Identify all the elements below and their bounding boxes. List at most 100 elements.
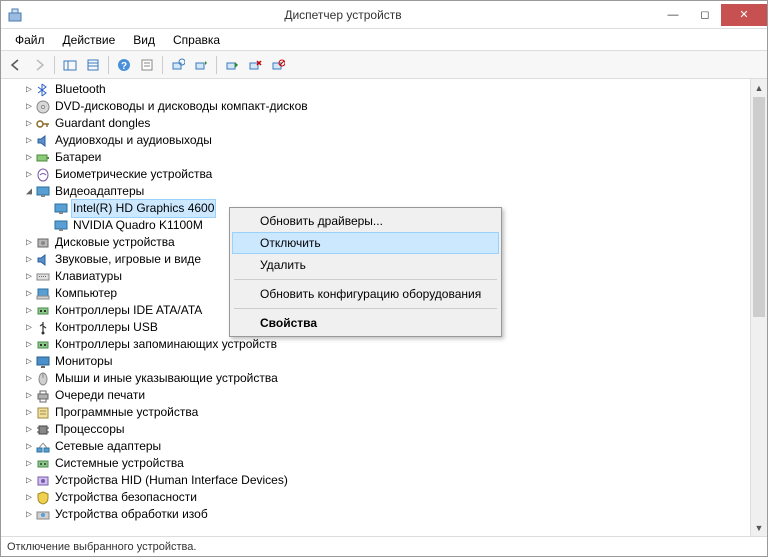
cm-delete[interactable]: Удалить — [232, 254, 499, 276]
app-icon — [7, 7, 23, 23]
forward-button[interactable] — [28, 54, 50, 76]
content-area: ▷ Bluetooth▷DVD-дисководы и дисководы ком… — [1, 79, 767, 536]
cm-separator — [234, 279, 497, 280]
cm-refresh[interactable]: Обновить конфигурацию оборудования — [232, 283, 499, 305]
tree-node-label: Контроллеры запоминающих устройств — [53, 336, 279, 353]
tree-node-label: Биометрические устройства — [53, 166, 214, 183]
menu-action[interactable]: Действие — [55, 31, 124, 49]
tree-node-label: Мониторы — [53, 353, 114, 370]
menu-help[interactable]: Справка — [165, 31, 228, 49]
tree-node-label: Дисковые устройства — [53, 234, 177, 251]
expander-icon[interactable]: ▷ — [23, 302, 35, 319]
show-hidden-button[interactable] — [59, 54, 81, 76]
tree-node-label: Intel(R) HD Graphics 4600 — [71, 199, 216, 218]
tree-node[interactable]: ▷Guardant dongles — [1, 115, 750, 132]
monitor-icon — [35, 354, 51, 370]
scan-button[interactable] — [167, 54, 189, 76]
tree-node[interactable]: ▷DVD-дисководы и дисководы компакт-диско… — [1, 98, 750, 115]
tree-node[interactable]: ▷Программные устройства — [1, 404, 750, 421]
tree-node-label: Системные устройства — [53, 455, 186, 472]
tree-node-label: Bluetooth — [53, 81, 108, 98]
expander-icon[interactable]: ▷ — [23, 115, 35, 132]
expander-icon[interactable]: ◢ — [23, 183, 35, 200]
battery-icon — [35, 150, 51, 166]
vertical-scrollbar[interactable]: ▲ ▼ — [750, 79, 767, 536]
display-icon — [53, 201, 69, 217]
expander-icon[interactable]: ▷ — [23, 166, 35, 183]
tree-node[interactable]: ▷Устройства безопасности — [1, 489, 750, 506]
tree-node[interactable]: ▷ Контроллеры запоминающих устройств — [1, 336, 750, 353]
disable-button[interactable] — [267, 54, 289, 76]
back-button[interactable] — [5, 54, 27, 76]
expander-icon[interactable]: ▷ — [23, 387, 35, 404]
tree-node-label: Компьютер — [53, 285, 119, 302]
expander-icon[interactable]: ▷ — [23, 319, 35, 336]
tree-node[interactable]: ▷ Bluetooth — [1, 81, 750, 98]
minimize-button[interactable]: — — [657, 4, 689, 26]
imaging-icon — [35, 507, 51, 523]
expander-icon[interactable]: ▷ — [23, 268, 35, 285]
enable-button[interactable] — [221, 54, 243, 76]
update-driver-button[interactable] — [190, 54, 212, 76]
tree-node[interactable]: ◢Видеоадаптеры — [1, 183, 750, 200]
software-icon — [35, 405, 51, 421]
tree-node-label: Устройства обработки изоб — [53, 506, 210, 523]
tree-node[interactable]: ▷ Биометрические устройства — [1, 166, 750, 183]
menu-file[interactable]: Файл — [7, 31, 53, 49]
mouse-icon — [35, 371, 51, 387]
biometric-icon — [35, 167, 51, 183]
scroll-down-button[interactable]: ▼ — [751, 519, 767, 536]
tree-node-label: Звуковые, игровые и виде — [53, 251, 203, 268]
tree-node[interactable]: ▷Аудиовходы и аудиовыходы — [1, 132, 750, 149]
tree-node[interactable]: ▷ Сетевые адаптеры — [1, 438, 750, 455]
toolbar: ? — [1, 51, 767, 79]
expander-icon[interactable]: ▷ — [23, 149, 35, 166]
scroll-thumb[interactable] — [753, 97, 765, 317]
expander-icon[interactable]: ▷ — [23, 404, 35, 421]
tree-node[interactable]: ▷Устройства HID (Human Interface Devices… — [1, 472, 750, 489]
expander-icon[interactable]: ▷ — [23, 438, 35, 455]
expander-icon[interactable]: ▷ — [23, 132, 35, 149]
tree-node[interactable]: ▷ Мониторы — [1, 353, 750, 370]
expander-icon[interactable]: ▷ — [23, 472, 35, 489]
audio-icon — [35, 133, 51, 149]
expander-icon[interactable]: ▷ — [23, 336, 35, 353]
tree-node[interactable]: ▷Очереди печати — [1, 387, 750, 404]
cm-properties[interactable]: Свойства — [232, 312, 499, 334]
usb-icon — [35, 320, 51, 336]
audio-icon — [35, 252, 51, 268]
expander-icon[interactable]: ▷ — [23, 353, 35, 370]
expander-icon[interactable]: ▷ — [23, 234, 35, 251]
expander-icon[interactable]: ▷ — [23, 421, 35, 438]
security-icon — [35, 490, 51, 506]
tree-node[interactable]: ▷ Мыши и иные указывающие устройства — [1, 370, 750, 387]
expander-icon[interactable]: ▷ — [23, 506, 35, 523]
tree-node-label: Сетевые адаптеры — [53, 438, 163, 455]
expander-icon[interactable]: ▷ — [23, 251, 35, 268]
maximize-button[interactable]: ◻ — [689, 4, 721, 26]
uninstall-button[interactable] — [244, 54, 266, 76]
tree-node-label: Мыши и иные указывающие устройства — [53, 370, 280, 387]
controller-icon — [35, 337, 51, 353]
close-button[interactable]: ✕ — [721, 4, 767, 26]
menu-view[interactable]: Вид — [125, 31, 163, 49]
expander-icon[interactable]: ▷ — [23, 455, 35, 472]
tree-node[interactable]: ▷ Системные устройства — [1, 455, 750, 472]
expander-icon[interactable]: ▷ — [23, 98, 35, 115]
cm-update-drivers[interactable]: Обновить драйверы... — [232, 210, 499, 232]
help-button[interactable]: ? — [113, 54, 135, 76]
tree-node[interactable]: ▷Батареи — [1, 149, 750, 166]
statusbar: Отключение выбранного устройства. — [1, 536, 767, 556]
hid-icon — [35, 473, 51, 489]
expander-icon[interactable]: ▷ — [23, 489, 35, 506]
tree-node[interactable]: ▷Процессоры — [1, 421, 750, 438]
tree-node[interactable]: ▷ Устройства обработки изоб — [1, 506, 750, 523]
list-button[interactable] — [82, 54, 104, 76]
properties-button[interactable] — [136, 54, 158, 76]
titlebar: Диспетчер устройств — ◻ ✕ — [1, 1, 767, 29]
expander-icon[interactable]: ▷ — [23, 285, 35, 302]
expander-icon[interactable]: ▷ — [23, 370, 35, 387]
expander-icon[interactable]: ▷ — [23, 81, 35, 98]
cm-disable[interactable]: Отключить — [232, 232, 499, 254]
scroll-up-button[interactable]: ▲ — [751, 79, 767, 96]
